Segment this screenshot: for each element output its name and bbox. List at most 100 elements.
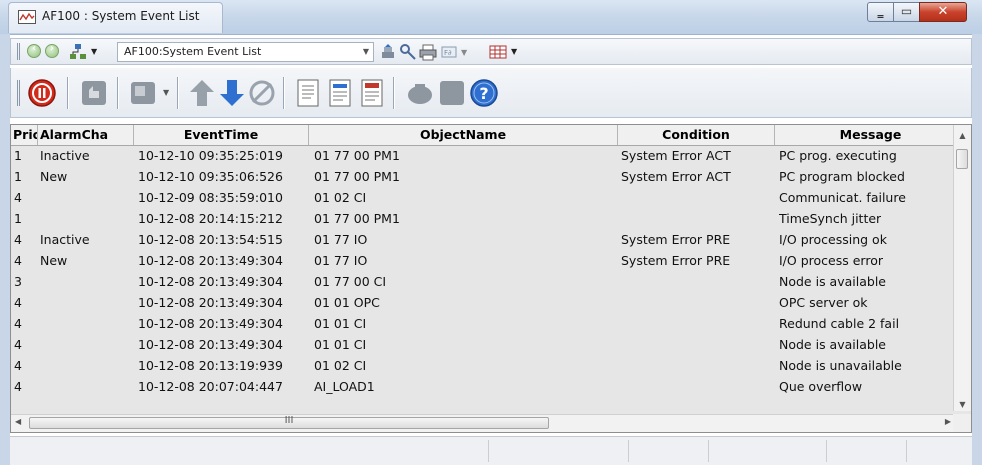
document-list-icon[interactable]	[325, 78, 355, 108]
back-button[interactable]: ‹	[27, 43, 41, 58]
toolbar-grip[interactable]	[17, 43, 20, 60]
table-row[interactable]: 1 Inactive 10-12-10 09:35:25:019 01 77 00 P…	[11, 145, 966, 166]
scroll-down-icon[interactable]: ▼	[954, 400, 971, 409]
status-pane	[708, 440, 826, 462]
cell-message: Node is unavailable	[779, 358, 902, 373]
event-list[interactable]: Prio AlarmCha EventTime ObjectName Condi…	[10, 124, 972, 433]
column-header-message[interactable]: Message	[775, 125, 966, 145]
cell-message: I/O processing ok	[779, 232, 887, 247]
cell-object: 01 77 00 CI	[314, 274, 387, 289]
maximize-button[interactable]: ▭	[893, 2, 920, 22]
acknowledge-icon[interactable]	[79, 78, 109, 108]
main-toolbar: ▼ ?	[10, 68, 972, 118]
table-row[interactable]: 4 10-12-08 20:13:49:304 01 01 OPC OPC serve…	[11, 292, 966, 313]
vertical-scroll-thumb[interactable]	[956, 149, 968, 169]
table-row[interactable]: 4 10-12-08 20:13:49:304 01 01 CI Redund cab…	[11, 313, 966, 334]
tree-icon[interactable]	[69, 43, 87, 61]
close-button[interactable]: ✕	[919, 2, 967, 22]
table-row[interactable]: 4 New 10-12-08 20:13:49:304 01 77 IO System …	[11, 250, 966, 271]
cell-prio: 4	[14, 358, 22, 373]
cell-message: OPC server ok	[779, 295, 868, 310]
cell-time: 10-12-10 09:35:25:019	[138, 148, 283, 163]
stop-icon[interactable]	[27, 78, 57, 108]
column-header-object[interactable]: ObjectName	[309, 125, 618, 145]
cell-time: 10-12-08 20:13:49:304	[138, 295, 283, 310]
cell-message: Que overflow	[779, 379, 863, 394]
arrow-up-icon[interactable]	[187, 78, 217, 108]
cell-alarm: New	[40, 253, 68, 268]
maximize-icon: ▭	[900, 4, 913, 18]
vertical-scrollbar[interactable]: ▲ ▼	[953, 125, 971, 411]
help-icon[interactable]: ?	[469, 78, 499, 108]
table-row[interactable]: 4 10-12-08 20:13:49:304 01 01 CI Node is av…	[11, 334, 966, 355]
cell-prio: 4	[14, 190, 22, 205]
cell-message: TimeSynch jitter	[779, 211, 882, 226]
document-detail-icon[interactable]	[357, 78, 387, 108]
toolbar-grip-2[interactable]	[17, 80, 20, 106]
table-row[interactable]: 1 New 10-12-10 09:35:06:526 01 77 00 PM1 Sys…	[11, 166, 966, 187]
block-icon[interactable]	[437, 78, 467, 108]
arrow-down-icon[interactable]	[217, 78, 247, 108]
print-icon[interactable]	[419, 43, 437, 61]
cell-time: 10-12-08 20:13:49:304	[138, 316, 283, 331]
cell-condition: System Error ACT	[621, 169, 731, 184]
pages-dropdown-icon[interactable]: ▼	[163, 88, 169, 97]
status-bar	[10, 436, 972, 465]
alarm-icon[interactable]	[405, 78, 435, 108]
table-row[interactable]: 4 Inactive 10-12-08 20:13:54:515 01 77 IO Sy…	[11, 229, 966, 250]
table-row[interactable]: 4 10-12-09 08:35:59:010 01 02 CI Communicat…	[11, 187, 966, 208]
cell-time: 10-12-08 20:13:49:304	[138, 253, 283, 268]
tree-dropdown-icon[interactable]: ▼	[91, 47, 97, 56]
cell-prio: 1	[14, 148, 22, 163]
cell-object: 01 77 IO	[314, 232, 368, 247]
scroll-right-icon[interactable]: ▶	[945, 417, 951, 426]
cell-message: Redund cable 2 fail	[779, 316, 900, 331]
cell-time: 10-12-09 08:35:59:010	[138, 190, 283, 205]
column-header-condition[interactable]: Condition	[618, 125, 775, 145]
stack-icon[interactable]	[379, 43, 397, 61]
scroll-grip: III	[284, 415, 294, 426]
cell-prio: 4	[14, 337, 22, 352]
tag-dropdown-icon[interactable]: ▼	[461, 48, 467, 57]
minimize-button[interactable]: ‗	[867, 2, 894, 22]
grid-dropdown-icon[interactable]: ▼	[511, 47, 517, 56]
column-header-alarm[interactable]: AlarmCha	[38, 125, 134, 145]
cell-prio: 4	[14, 379, 22, 394]
cell-prio: 4	[14, 316, 22, 331]
grid-icon[interactable]	[489, 43, 507, 61]
tag-icon[interactable]: F∂	[441, 43, 459, 61]
status-pane	[628, 440, 708, 462]
cell-message: PC program blocked	[779, 169, 905, 184]
table-row[interactable]: 3 10-12-08 20:13:49:304 01 77 00 CI Node is…	[11, 271, 966, 292]
cell-time: 10-12-08 20:07:04:447	[138, 379, 283, 394]
chevron-down-icon[interactable]: ▼	[363, 47, 369, 56]
key-icon[interactable]	[399, 43, 417, 61]
scroll-up-icon[interactable]: ▲	[954, 131, 971, 140]
cell-message: PC prog. executing	[779, 148, 897, 163]
cell-time: 10-12-08 20:13:49:304	[138, 274, 283, 289]
table-row[interactable]: 4 10-12-08 20:13:19:939 01 02 CI Node is un…	[11, 355, 966, 376]
forward-icon: ›	[49, 43, 55, 54]
cell-time: 10-12-10 09:35:06:526	[138, 169, 283, 184]
column-header-row: Prio AlarmCha EventTime ObjectName Condi…	[11, 125, 966, 146]
document-icon[interactable]	[293, 78, 323, 108]
cell-object: 01 01 OPC	[314, 295, 380, 310]
clear-icon[interactable]	[247, 78, 277, 108]
forward-button[interactable]: ›	[45, 43, 59, 58]
column-header-prio[interactable]: Prio	[11, 125, 38, 145]
table-row[interactable]: 4 10-12-08 20:07:04:447 AI_LOAD1 Que overfl…	[11, 376, 966, 397]
horizontal-scroll-thumb[interactable]: III	[29, 415, 549, 429]
status-pane	[826, 440, 906, 462]
cell-object: 01 77 00 PM1	[314, 148, 400, 163]
table-row[interactable]: 1 10-12-08 20:14:15:212 01 77 00 PM1 TimeSy…	[11, 208, 966, 229]
scroll-left-icon[interactable]: ◀	[15, 417, 21, 426]
cell-condition: System Error ACT	[621, 148, 731, 163]
column-header-time[interactable]: EventTime	[134, 125, 309, 145]
address-combobox[interactable]: AF100:System Event List ▼	[117, 42, 374, 62]
address-value: AF100:System Event List	[124, 45, 262, 58]
horizontal-scrollbar[interactable]: ◀ III ▶	[11, 414, 955, 432]
pages-icon[interactable]	[129, 78, 159, 108]
cell-message: I/O process error	[779, 253, 883, 268]
cell-time: 10-12-08 20:14:15:212	[138, 211, 283, 226]
toolbar-separator	[177, 77, 179, 109]
